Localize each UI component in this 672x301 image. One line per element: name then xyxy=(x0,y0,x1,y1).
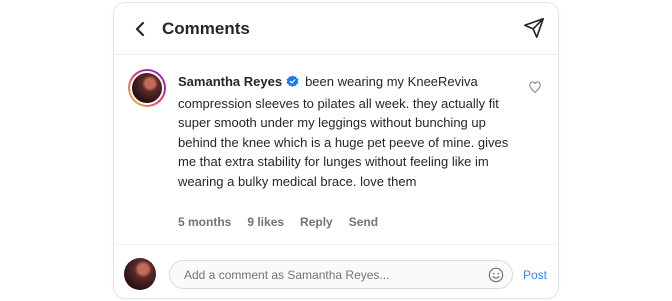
share-button[interactable] xyxy=(523,17,545,39)
comments-panel: Comments Samantha Reyes been wearing my K… xyxy=(113,2,559,299)
comment-input-wrapper xyxy=(169,260,513,289)
comment-username[interactable]: Samantha Reyes xyxy=(178,74,282,89)
avatar[interactable] xyxy=(128,69,166,107)
send-button[interactable]: Send xyxy=(349,215,378,229)
verified-badge-icon xyxy=(286,74,299,94)
smiley-icon xyxy=(488,267,504,283)
page-title: Comments xyxy=(162,19,250,38)
current-user-avatar xyxy=(124,258,156,290)
post-button[interactable]: Post xyxy=(523,268,547,282)
comment-composer: Post xyxy=(114,244,558,298)
reply-button[interactable]: Reply xyxy=(300,215,333,229)
chevron-left-icon xyxy=(135,21,145,37)
comment-timestamp: 5 months xyxy=(178,215,232,229)
emoji-button[interactable] xyxy=(488,267,504,283)
comment-input[interactable] xyxy=(184,261,474,288)
paper-plane-icon xyxy=(524,18,544,38)
heart-icon xyxy=(529,81,541,93)
back-button[interactable] xyxy=(130,18,152,40)
comments-header: Comments xyxy=(114,3,558,55)
likes-count[interactable]: 9 likes xyxy=(247,215,284,229)
avatar-image xyxy=(130,71,164,105)
comment-text: been wearing my KneeReviva compression s… xyxy=(178,74,509,189)
comment-body: Samantha Reyes been wearing my KneeReviva… xyxy=(178,72,514,191)
comment-meta: 5 months 9 likes Reply Send xyxy=(178,215,378,229)
like-button[interactable] xyxy=(528,80,542,94)
